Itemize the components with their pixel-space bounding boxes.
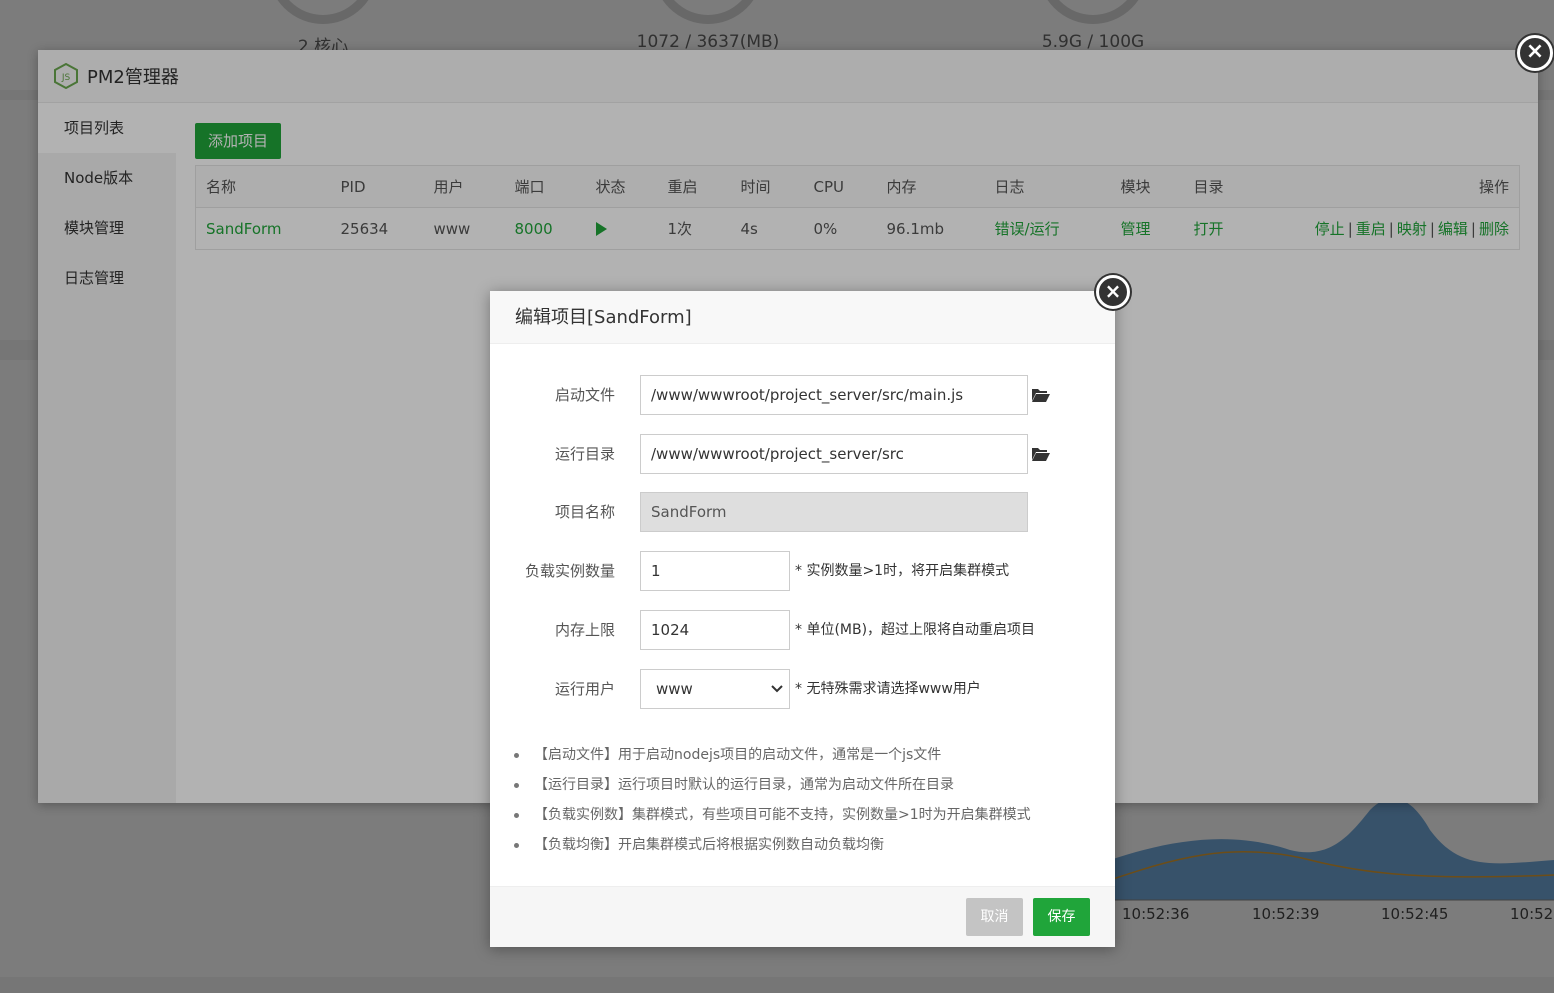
folder-open-icon[interactable] [1031,446,1051,462]
project-name-row: 项目名称 SandForm [490,492,1115,532]
list-item: 【负载实例数】集群模式，有些项目可能不支持，实例数量>1时为开启集群模式 [514,800,1031,830]
mem-limit-input[interactable]: 1024 [640,610,790,650]
run-dir-label: 运行目录 [554,445,615,463]
tip-text: 【负载实例数】集群模式，有些项目可能不支持，实例数量>1时为开启集群模式 [534,807,1031,823]
run-user-select[interactable]: www [640,669,790,709]
run-user-hint: * 无特殊需求请选择www用户 [795,681,981,697]
tip-text: 【运行目录】运行项目时默认的运行目录，通常为启动文件所在目录 [534,777,954,793]
project-name-input: SandForm [640,492,1028,532]
dialog-close-icon[interactable]: × [1096,275,1130,309]
bullet-icon [514,753,519,758]
mem-limit-label: 内存上限 [554,621,615,639]
bullet-icon [514,783,519,788]
run-user-selected: www [656,680,693,698]
mem-limit-row: 内存上限 1024 * 单位(MB)，超过上限将自动重启项目 [490,610,1115,650]
instances-row: 负载实例数量 1 * 实例数量>1时，将开启集群模式 [490,551,1115,591]
list-item: 【负载均衡】开启集群模式后将根据实例数自动负载均衡 [514,830,1031,860]
dialog-footer: 取消 保存 [490,886,1115,947]
list-item: 【运行目录】运行项目时默认的运行目录，通常为启动文件所在目录 [514,770,1031,800]
run-dir-row: 运行目录 /www/wwwroot/project_server/src [490,434,1115,474]
folder-open-icon[interactable] [1031,387,1051,403]
bullet-icon [514,843,519,848]
instances-label: 负载实例数量 [524,562,615,580]
cancel-button[interactable]: 取消 [966,898,1023,936]
project-name-label: 项目名称 [554,503,615,521]
start-file-input[interactable]: /www/wwwroot/project_server/src/main.js [640,375,1028,415]
pm2-close-icon[interactable]: × [1517,35,1553,71]
instances-input[interactable]: 1 [640,551,790,591]
list-item: 【启动文件】用于启动nodejs项目的启动文件，通常是一个js文件 [514,740,1031,770]
help-tips-list: 【启动文件】用于启动nodejs项目的启动文件，通常是一个js文件 【运行目录】… [514,740,1031,860]
start-file-row: 启动文件 /www/wwwroot/project_server/src/mai… [490,375,1115,415]
dialog-title: 编辑项目[SandForm] [490,291,1115,344]
instances-hint: * 实例数量>1时，将开启集群模式 [795,563,1010,579]
mem-limit-hint: * 单位(MB)，超过上限将自动重启项目 [795,622,1036,638]
tip-text: 【负载均衡】开启集群模式后将根据实例数自动负载均衡 [534,837,884,853]
chevron-down-icon [771,685,783,693]
save-button[interactable]: 保存 [1033,898,1090,936]
run-user-row: 运行用户 www * 无特殊需求请选择www用户 [490,669,1115,709]
run-user-label: 运行用户 [554,680,615,698]
run-dir-input[interactable]: /www/wwwroot/project_server/src [640,434,1028,474]
tip-text: 【启动文件】用于启动nodejs项目的启动文件，通常是一个js文件 [534,747,942,763]
edit-project-dialog: 编辑项目[SandForm] 启动文件 /www/wwwroot/project… [490,291,1115,947]
bullet-icon [514,813,519,818]
start-file-label: 启动文件 [554,386,615,404]
